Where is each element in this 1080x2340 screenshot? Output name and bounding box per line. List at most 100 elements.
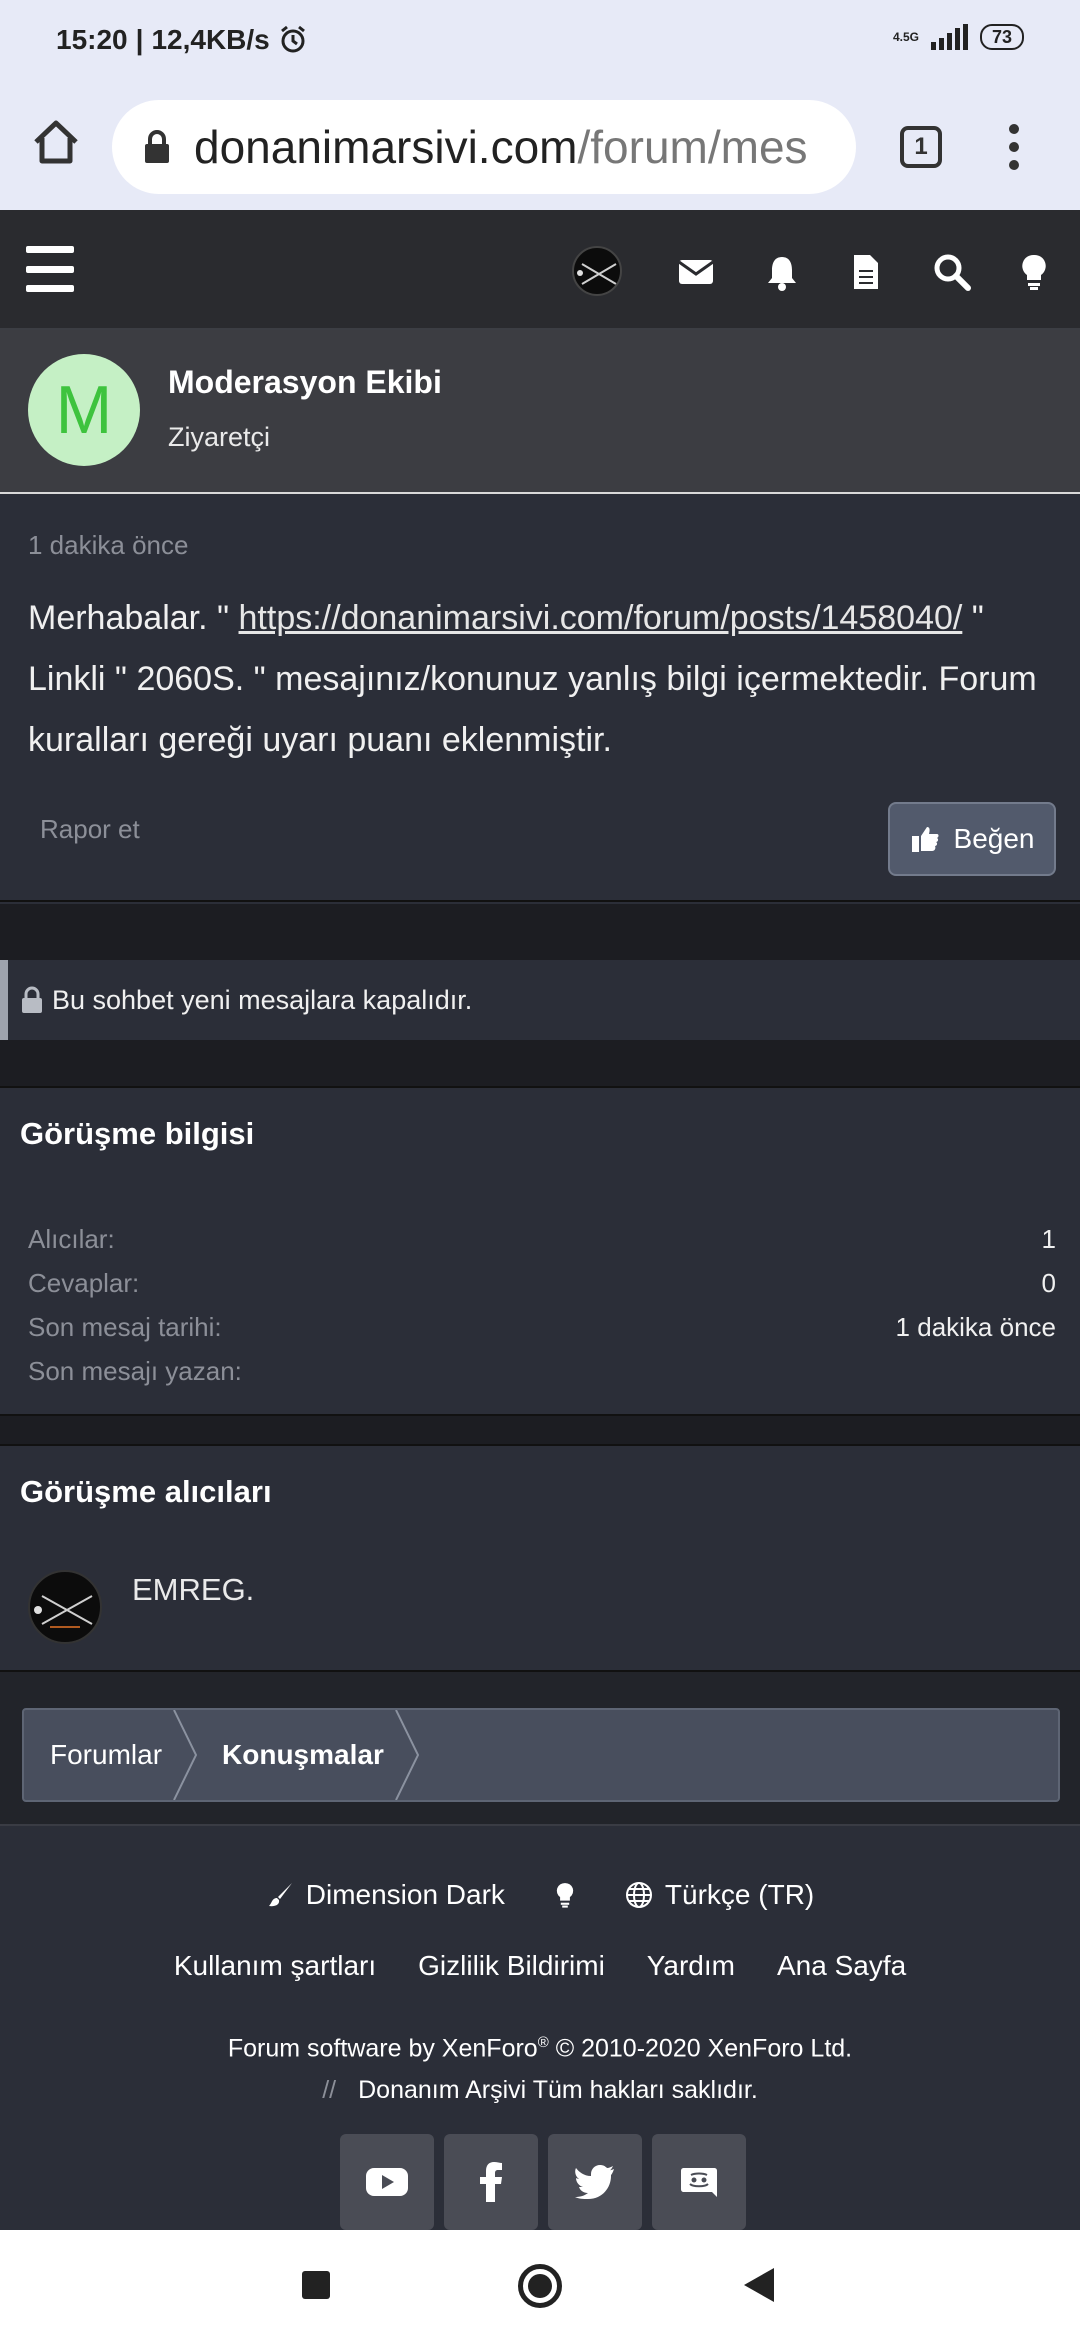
discord-button[interactable] <box>652 2134 746 2230</box>
status-right: 4.5G 73 <box>893 24 1024 50</box>
footer-copyright: Forum software by XenForo® © 2010-2020 X… <box>0 2034 1080 2063</box>
footer: Dimension Dark Türkçe (TR) Kullanım şart… <box>0 1828 1080 2230</box>
status-bar: 15:20 | 12,4KB/s 4.5G 73 <box>0 0 1080 84</box>
facebook-button[interactable] <box>444 2134 538 2230</box>
breadcrumb-item-forums[interactable]: Forumlar <box>24 1710 198 1800</box>
locked-notice-text: Bu sohbet yeni mesajlara kapalıdır. <box>52 984 473 1015</box>
discord-icon <box>681 2168 717 2197</box>
back-button[interactable] <box>744 2268 774 2302</box>
status-left: 15:20 | 12,4KB/s <box>56 24 308 56</box>
author-role: Ziyaretçi <box>168 422 271 452</box>
info-value: 1 <box>1041 1224 1056 1254</box>
twitter-button[interactable] <box>548 2134 642 2230</box>
document-icon[interactable] <box>846 252 886 292</box>
info-value[interactable]: 1 dakika önce <box>896 1312 1056 1343</box>
info-label: Son mesaj tarihi: <box>28 1312 222 1342</box>
language-label: Türkçe (TR) <box>664 1879 815 1910</box>
info-label: Alıcılar: <box>28 1224 115 1254</box>
info-row-last-message-author: Son mesajı yazan: <box>28 1356 1056 1387</box>
author-avatar[interactable]: M <box>28 354 140 466</box>
alarm-icon <box>280 25 305 53</box>
twitter-icon <box>575 2165 614 2199</box>
info-value: 0 <box>1041 1268 1056 1298</box>
globe-icon <box>625 1882 652 1908</box>
info-label: Cevaplar: <box>28 1268 140 1298</box>
address-bar[interactable]: donanimarsivi.com/forum/mes <box>112 100 856 194</box>
copyright-suffix: © 2010-2020 XenForo Ltd. <box>548 2034 853 2063</box>
system-nav-bar <box>0 2230 1080 2340</box>
message-header: M Moderasyon Ekibi Ziyaretçi <box>0 330 1080 494</box>
recents-button[interactable] <box>302 2271 330 2299</box>
signal-icon <box>930 24 968 50</box>
facebook-icon <box>480 2162 502 2202</box>
network-type: 4.5G <box>892 30 919 44</box>
breadcrumb-label: Forumlar <box>50 1739 163 1770</box>
style-chooser[interactable]: Dimension Dark <box>266 1878 505 1912</box>
paintbrush-icon <box>268 1883 292 1907</box>
section-spacer <box>0 904 1080 960</box>
like-label: Beğen <box>953 823 1035 854</box>
info-label: Son mesajı yazan: <box>28 1356 242 1386</box>
footer-links: Kullanım şartları Gizlilik Bildirimi Yar… <box>0 1950 1080 1982</box>
browser-menu-icon[interactable] <box>1004 124 1024 170</box>
rights-text: Donanım Arşivi Tüm hakları saklıdır. <box>358 2076 758 2104</box>
message-text: Merhabalar. " https://donanimarsivi.com/… <box>28 588 1068 771</box>
report-link[interactable]: Rapor et <box>40 814 140 845</box>
status-divider: | <box>135 24 144 55</box>
language-chooser[interactable]: Türkçe (TR) <box>625 1878 814 1912</box>
hamburger-menu-icon[interactable] <box>26 246 74 292</box>
message-link[interactable]: https://donanimarsivi.com/forum/posts/14… <box>239 599 963 637</box>
youtube-button[interactable] <box>340 2134 434 2230</box>
url-text[interactable]: donanimarsivi.com/forum/mes <box>194 120 808 174</box>
rights-separator: // <box>322 2076 337 2104</box>
browser-toolbar: donanimarsivi.com/forum/mes 1 <box>0 84 1080 210</box>
url-host: donanimarsivi.com <box>194 121 578 173</box>
copyright-prefix[interactable]: Forum software by XenForo <box>228 2034 538 2062</box>
battery-indicator: 73 <box>979 24 1024 50</box>
section-spacer <box>0 1040 1080 1086</box>
recipient-name[interactable]: EMREG. <box>132 1572 254 1608</box>
recipients-title: Görüşme alıcıları <box>20 1474 272 1509</box>
author-name[interactable]: Moderasyon Ekibi <box>168 364 442 401</box>
message-text-before: Merhabalar. " <box>28 599 239 637</box>
section-spacer <box>0 1416 1080 1444</box>
info-row-replies: Cevaplar: 0 <box>28 1268 1056 1299</box>
home-icon[interactable] <box>28 114 84 170</box>
lightbulb-icon[interactable] <box>551 1878 579 1912</box>
social-links <box>340 2134 746 2230</box>
bell-icon[interactable] <box>762 252 802 292</box>
breadcrumb-item-conversations[interactable]: Konuşmalar <box>196 1710 419 1800</box>
style-label: Dimension Dark <box>305 1879 505 1910</box>
site-navbar <box>0 210 1080 330</box>
footer-link-privacy[interactable]: Gizlilik Bildirimi <box>418 1950 605 1982</box>
registered-mark: ® <box>537 2034 549 2051</box>
status-speed: 12,4KB/s <box>151 24 270 55</box>
lock-icon <box>22 986 42 1013</box>
conversation-recipients: Görüşme alıcıları EMREG. <box>0 1444 1080 1672</box>
breadcrumb-separator <box>394 1710 419 1800</box>
footer-link-help[interactable]: Yardım <box>647 1950 735 1982</box>
user-avatar[interactable] <box>572 246 622 296</box>
lock-icon <box>145 130 169 163</box>
search-icon[interactable] <box>932 252 972 292</box>
footer-controls: Dimension Dark Türkçe (TR) <box>0 1878 1080 1912</box>
footer-rights: // Donanım Arşivi Tüm hakları saklıdır. <box>0 2076 1080 2105</box>
info-row-last-message-date: Son mesaj tarihi: 1 dakika önce <box>28 1312 1056 1343</box>
thumbs-up-icon <box>911 827 939 852</box>
envelope-icon[interactable] <box>676 252 716 292</box>
breadcrumb-label: Konuşmalar <box>222 1739 384 1770</box>
url-path: /forum/mes <box>577 121 808 173</box>
tab-switcher-button[interactable]: 1 <box>900 126 942 168</box>
message-body: 1 dakika önce Merhabalar. " https://dona… <box>0 496 1080 902</box>
info-title: Görüşme bilgisi <box>20 1116 255 1151</box>
youtube-icon <box>366 2168 408 2196</box>
like-button[interactable]: Beğen <box>888 802 1056 876</box>
lightbulb-icon[interactable] <box>1014 252 1054 292</box>
message-time[interactable]: 1 dakika önce <box>28 530 188 561</box>
locked-notice: Bu sohbet yeni mesajlara kapalıdır. <box>0 960 1080 1040</box>
home-button[interactable] <box>518 2264 562 2308</box>
breadcrumb: Forumlar Konuşmalar <box>22 1708 1060 1802</box>
footer-link-terms[interactable]: Kullanım şartları <box>174 1950 376 1982</box>
recipient-avatar[interactable] <box>28 1570 102 1644</box>
footer-link-home[interactable]: Ana Sayfa <box>777 1950 906 1982</box>
